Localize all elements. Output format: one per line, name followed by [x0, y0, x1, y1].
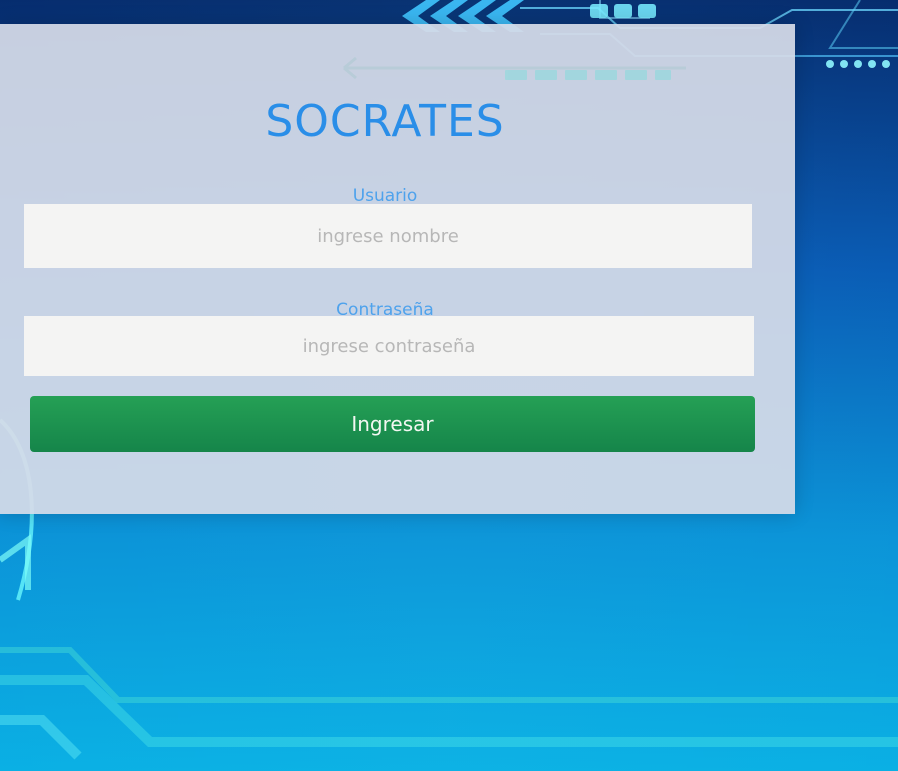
password-input[interactable] [24, 316, 754, 376]
login-panel: SOCRATES Usuario Contraseña Ingresar [0, 24, 795, 514]
circuit-decor-icon [505, 70, 671, 80]
page-title: SOCRATES [265, 96, 505, 147]
username-input[interactable] [24, 204, 752, 268]
username-label: Usuario [352, 186, 418, 206]
login-button[interactable]: Ingresar [30, 396, 755, 452]
